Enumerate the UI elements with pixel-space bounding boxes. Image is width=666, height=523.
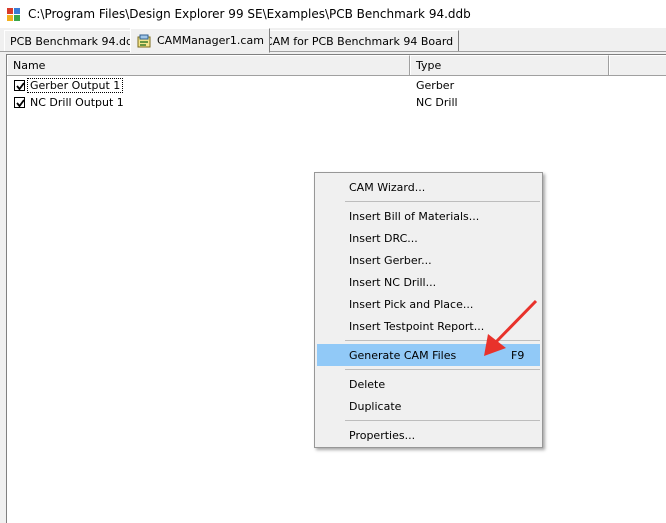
row-name: Gerber Output 1 [26, 78, 124, 93]
menu-item-label: Delete [349, 377, 386, 391]
tab-cam-manager[interactable]: CAMManager1.cam [130, 28, 270, 53]
menu-item-label: Insert Gerber... [349, 253, 432, 267]
menu-item-label: CAM Wizard... [349, 180, 426, 194]
design-explorer-icon [6, 6, 22, 22]
row-type: Gerber [416, 79, 455, 92]
column-header-label: Name [13, 59, 46, 72]
menu-item-label: Insert NC Drill... [349, 275, 437, 289]
menu-separator [345, 201, 540, 202]
menu-separator [345, 369, 540, 370]
menu-item-label: Properties... [349, 428, 416, 442]
menu-item-insert-pick-and-place[interactable]: Insert Pick and Place... [317, 293, 540, 315]
column-header-label: Type [416, 59, 442, 72]
checkbox[interactable] [14, 97, 25, 108]
column-header-name[interactable]: Name [7, 55, 410, 75]
tab-pcb-benchmark-ddb[interactable]: PCB Benchmark 94.ddb [4, 30, 146, 51]
table-row[interactable]: NC Drill Output 1 NC Drill [7, 95, 607, 112]
menu-item-duplicate[interactable]: Duplicate [317, 395, 540, 417]
context-menu: CAM Wizard... Insert Bill of Materials..… [314, 172, 543, 448]
tab-cam-for-pcb-board[interactable]: CAM for PCB Benchmark 94 Board [259, 30, 460, 51]
row-type: NC Drill [416, 96, 458, 109]
column-header-empty [609, 55, 666, 75]
table-row[interactable]: Gerber Output 1 Gerber [7, 78, 607, 95]
menu-item-insert-bill-of-materials[interactable]: Insert Bill of Materials... [317, 205, 540, 227]
list-header: Name Type [7, 55, 666, 76]
menu-item-delete[interactable]: Delete [317, 373, 540, 395]
menu-item-label: Insert DRC... [349, 231, 418, 245]
checkbox[interactable] [14, 80, 25, 91]
menu-item-label: Insert Testpoint Report... [349, 319, 485, 333]
menu-item-insert-testpoint-report[interactable]: Insert Testpoint Report... [317, 315, 540, 337]
menu-item-insert-drc[interactable]: Insert DRC... [317, 227, 540, 249]
menu-item-label: Generate CAM Files [349, 348, 457, 362]
menu-item-properties[interactable]: Properties... [317, 424, 540, 446]
document-tab-bar: PCB Benchmark 94.ddb CAMManager1.cam CAM… [0, 28, 666, 53]
menu-item-label: Duplicate [349, 399, 402, 413]
menu-item-cam-wizard[interactable]: CAM Wizard... [317, 176, 540, 198]
window-title: C:\Program Files\Design Explorer 99 SE\E… [28, 7, 471, 21]
tab-label: PCB Benchmark 94.ddb [10, 34, 140, 48]
menu-item-insert-gerber[interactable]: Insert Gerber... [317, 249, 540, 271]
menu-separator [345, 420, 540, 421]
menu-item-insert-nc-drill[interactable]: Insert NC Drill... [317, 271, 540, 293]
cam-document-icon [136, 33, 152, 49]
title-bar: C:\Program Files\Design Explorer 99 SE\E… [0, 0, 666, 28]
menu-item-generate-cam-files[interactable]: Generate CAM Files F9 [317, 344, 540, 366]
menu-item-label: Insert Bill of Materials... [349, 209, 480, 223]
menu-item-shortcut: F9 [511, 348, 525, 362]
row-name: NC Drill Output 1 [30, 96, 124, 109]
tab-label: CAMManager1.cam [157, 34, 264, 47]
menu-item-label: Insert Pick and Place... [349, 297, 474, 311]
column-header-type[interactable]: Type [410, 55, 609, 75]
tab-label: CAM for PCB Benchmark 94 Board [265, 34, 454, 48]
menu-separator [345, 340, 540, 341]
